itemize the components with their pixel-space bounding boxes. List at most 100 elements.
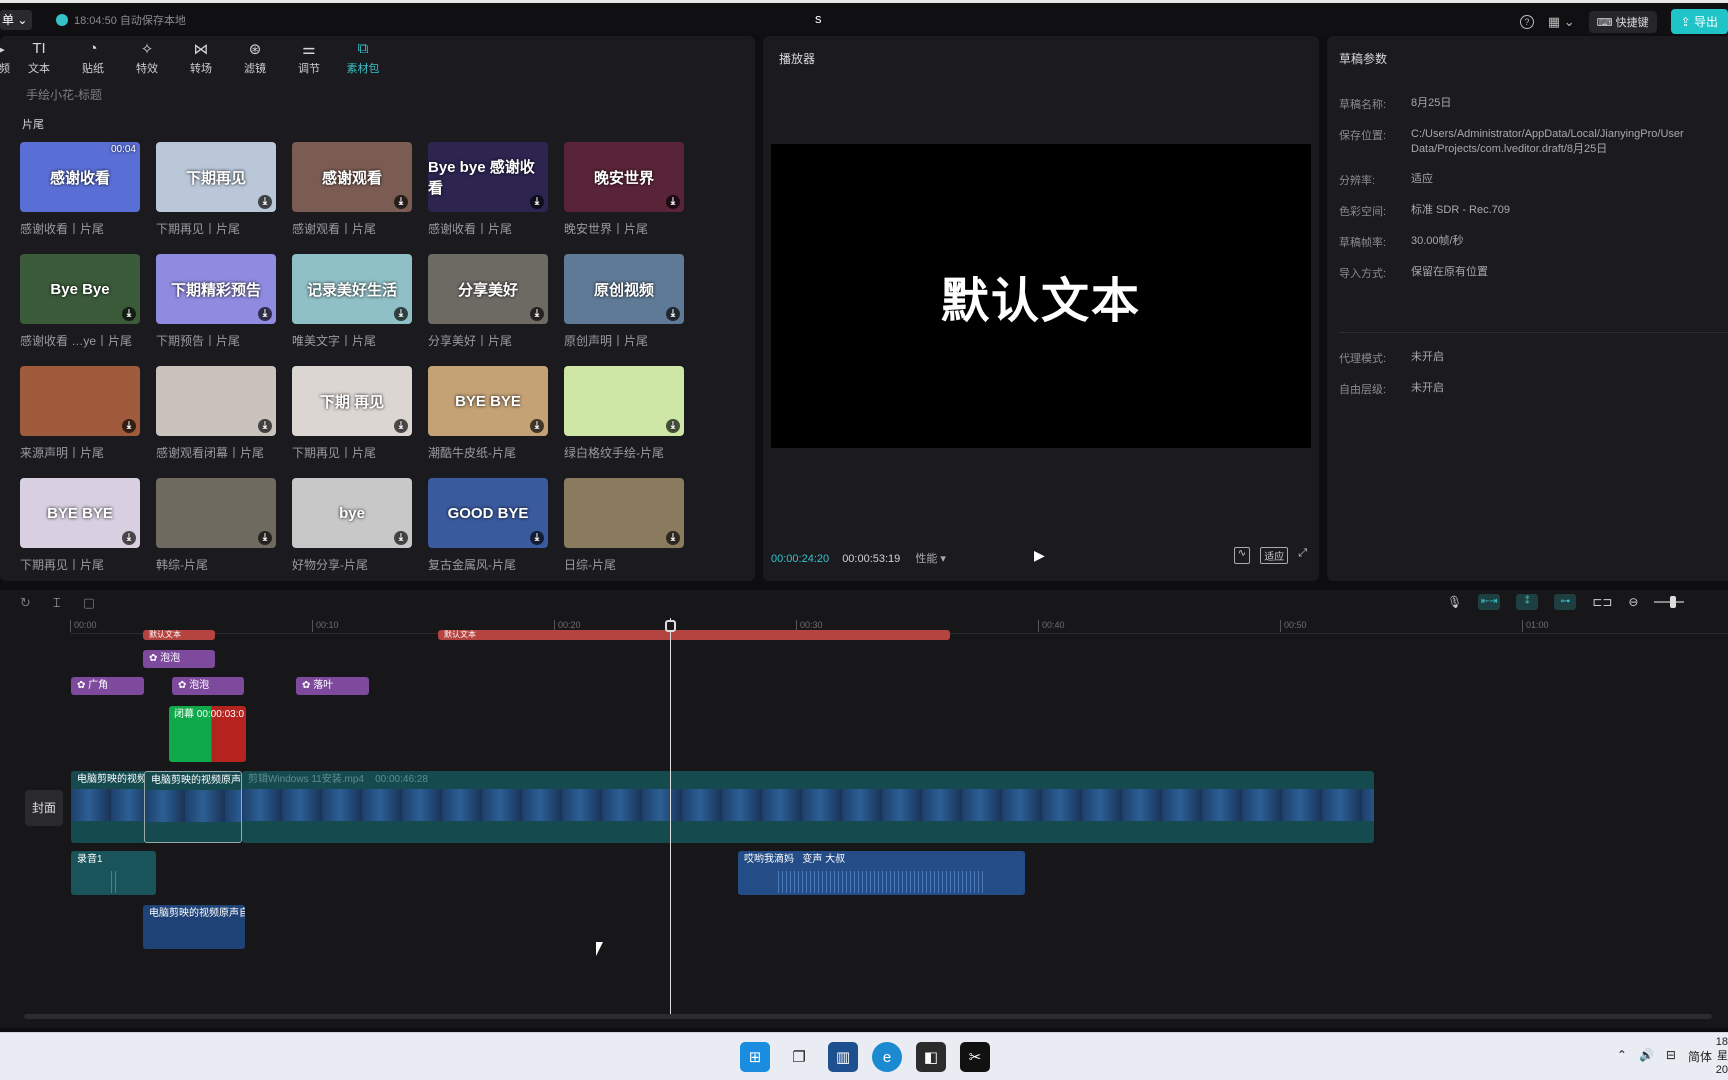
- download-icon[interactable]: ⤓: [530, 307, 544, 321]
- playhead[interactable]: [665, 618, 676, 1016]
- download-icon[interactable]: ⤓: [394, 531, 408, 545]
- download-icon[interactable]: ⤓: [394, 419, 408, 433]
- aspect-ratio-button[interactable]: 适应: [1260, 547, 1289, 564]
- text-clip-1[interactable]: 默认文本: [143, 630, 215, 640]
- layout-icon[interactable]: ▦ ⌄: [1548, 14, 1575, 30]
- volume-icon[interactable]: 🔊: [1639, 1048, 1654, 1065]
- start-icon[interactable]: ⊞: [740, 1042, 770, 1072]
- zoom-slider[interactable]: [1654, 596, 1685, 608]
- tab-package[interactable]: ⧉ 素材包: [336, 36, 390, 78]
- effect-clip-bubble-1[interactable]: ✿ 泡泡: [143, 650, 215, 668]
- help-icon[interactable]: ?: [1519, 14, 1534, 29]
- audio-clip-original[interactable]: 电脑剪映的视频原声自: [143, 905, 245, 949]
- video-clip-2[interactable]: 电脑剪映的视频原声: [144, 771, 242, 843]
- template-thumbnail[interactable]: ⤓: [156, 366, 276, 436]
- cover-button[interactable]: 封面: [25, 790, 63, 826]
- template-thumbnail[interactable]: 感谢收看 00:04: [20, 142, 140, 212]
- edge-icon[interactable]: e: [872, 1042, 902, 1072]
- project-title[interactable]: s: [815, 11, 822, 26]
- download-icon[interactable]: ⤓: [530, 531, 544, 545]
- template-card[interactable]: Bye Bye ⤓ 感谢收看 …ye丨片尾: [20, 254, 142, 349]
- template-card[interactable]: 记录美好生活 ⤓ 唯美文字丨片尾: [292, 254, 414, 349]
- waveform-icon[interactable]: ∿: [1233, 547, 1251, 564]
- download-icon[interactable]: ⤓: [530, 419, 544, 433]
- download-icon[interactable]: ⤓: [530, 195, 544, 209]
- template-card[interactable]: BYE BYE ⤓ 潮酷牛皮纸-片尾: [428, 366, 550, 461]
- template-thumbnail[interactable]: 下期 再见 ⤓: [292, 366, 412, 436]
- download-icon[interactable]: ⤓: [394, 195, 408, 209]
- template-card[interactable]: 下期 再见 ⤓ 下期再见丨片尾: [292, 366, 414, 461]
- template-card[interactable]: 下期再见 ⤓ 下期再见丨片尾: [156, 142, 278, 237]
- download-icon[interactable]: ⤓: [122, 531, 136, 545]
- download-icon[interactable]: ⤓: [258, 531, 272, 545]
- effect-clip-leaves[interactable]: ✿ 落叶: [296, 677, 369, 695]
- download-icon[interactable]: ⤓: [258, 307, 272, 321]
- library-breadcrumb[interactable]: 手绘小花-标题: [26, 86, 102, 103]
- download-icon[interactable]: ⤓: [666, 531, 680, 545]
- timeline-scrollbar[interactable]: [24, 1014, 1712, 1019]
- template-card[interactable]: Bye bye 感谢收看 ⤓ 感谢收看丨片尾: [428, 142, 550, 237]
- microphone-icon[interactable]: 🎙: [1447, 595, 1462, 609]
- task-view-icon[interactable]: ❐: [784, 1042, 814, 1072]
- main-menu-button[interactable]: 单 ⌄: [0, 10, 32, 30]
- zoom-handle[interactable]: [1670, 596, 1677, 608]
- template-thumbnail[interactable]: ⤓: [156, 478, 276, 548]
- store-icon[interactable]: ◧: [916, 1042, 946, 1072]
- template-thumbnail[interactable]: 晚安世界 ⤓: [564, 142, 684, 212]
- video-clip-1[interactable]: 电脑剪映的视频: [71, 771, 146, 843]
- network-icon[interactable]: ⊟: [1666, 1048, 1676, 1065]
- voice-clip[interactable]: 哎哟我滴妈 变声 大叔: [738, 851, 1025, 895]
- preview-axis-icon[interactable]: ⊏⊐: [1592, 595, 1612, 609]
- template-card[interactable]: GOOD BYE ⤓ 复古金属风-片尾: [428, 478, 550, 573]
- play-icon[interactable]: ▶: [1034, 547, 1045, 564]
- template-thumbnail[interactable]: ⤓: [564, 366, 684, 436]
- auto-snap-icon[interactable]: ⁑: [1516, 594, 1539, 610]
- download-icon[interactable]: ⤓: [258, 419, 272, 433]
- template-thumbnail[interactable]: 记录美好生活 ⤓: [292, 254, 412, 324]
- delete-icon[interactable]: ▢: [83, 595, 95, 611]
- template-thumbnail[interactable]: ⤓: [20, 366, 140, 436]
- template-card[interactable]: 下期精彩预告 ⤓ 下期预告丨片尾: [156, 254, 278, 349]
- download-icon[interactable]: ⤓: [394, 307, 408, 321]
- effect-clip-wideangle[interactable]: ✿ 广角: [71, 677, 144, 695]
- split-icon[interactable]: ⌶: [53, 595, 61, 611]
- template-thumbnail[interactable]: ⤓: [564, 478, 684, 548]
- download-icon[interactable]: ⤓: [122, 307, 136, 321]
- tab-adjust[interactable]: ⚌ 调节: [282, 36, 336, 78]
- template-card[interactable]: ⤓ 来源声明丨片尾: [20, 366, 142, 461]
- effect-clip-bubble-2[interactable]: ✿ 泡泡: [172, 677, 244, 695]
- download-icon[interactable]: ⤓: [122, 419, 136, 433]
- tab-video[interactable]: ▶ 视频: [0, 36, 12, 78]
- tab-effects[interactable]: ✧ 特效: [120, 36, 174, 78]
- template-card[interactable]: 感谢观看 ⤓ 感谢观看丨片尾: [292, 142, 414, 237]
- download-icon[interactable]: ⤓: [666, 419, 680, 433]
- clock[interactable]: 18 星 20: [1714, 1035, 1728, 1077]
- widgets-icon[interactable]: ▥: [828, 1042, 858, 1072]
- tab-text[interactable]: TI 文本: [12, 36, 66, 78]
- redo-icon[interactable]: ↻: [20, 595, 31, 611]
- template-thumbnail[interactable]: BYE BYE ⤓: [20, 478, 140, 548]
- tab-sticker[interactable]: ◔ 贴纸: [66, 36, 120, 78]
- template-card[interactable]: 感谢收看 00:04 感谢收看丨片尾: [20, 142, 142, 237]
- performance-dropdown[interactable]: 性能 ▾: [915, 553, 946, 565]
- template-thumbnail[interactable]: bye ⤓: [292, 478, 412, 548]
- template-card[interactable]: BYE BYE ⤓ 下期再见丨片尾: [20, 478, 142, 573]
- playhead-handle[interactable]: [665, 620, 676, 632]
- template-thumbnail[interactable]: Bye Bye ⤓: [20, 254, 140, 324]
- link-icon[interactable]: ⊶: [1554, 594, 1577, 610]
- tab-transition[interactable]: ⋈ 转场: [174, 36, 228, 78]
- zoom-out-icon[interactable]: ⊖: [1628, 595, 1638, 609]
- chevron-up-icon[interactable]: ⌃: [1617, 1048, 1627, 1065]
- shortcut-button[interactable]: ⌨ 快捷键: [1588, 10, 1657, 33]
- template-thumbnail[interactable]: GOOD BYE ⤓: [428, 478, 548, 548]
- preview-canvas[interactable]: 默认文本: [771, 144, 1311, 448]
- timeline[interactable]: 00:00 00:10 00:20 00:30 00:40 00:50 01:00 默认文本…: [0, 618, 1728, 1028]
- template-card[interactable]: bye ⤓ 好物分享-片尾: [292, 478, 414, 573]
- template-thumbnail[interactable]: 下期精彩预告 ⤓: [156, 254, 276, 324]
- template-thumbnail[interactable]: Bye bye 感谢收看 ⤓: [428, 142, 548, 212]
- input-language[interactable]: 简体: [1688, 1048, 1712, 1065]
- recording-clip[interactable]: 录音1: [71, 851, 156, 895]
- template-thumbnail[interactable]: BYE BYE ⤓: [428, 366, 548, 436]
- main-track-magnet-icon[interactable]: ⇤⇥: [1478, 594, 1501, 610]
- export-button[interactable]: ⇪ 导出: [1670, 9, 1728, 34]
